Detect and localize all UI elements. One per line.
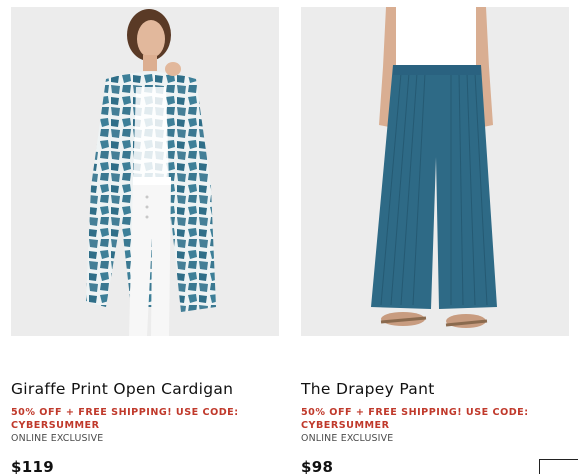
model-pant-illustration [301, 7, 569, 336]
online-exclusive-badge: ONLINE EXCLUSIVE [11, 433, 104, 444]
product-grid: Giraffe Print Open Cardigan 50% OFF + FR… [0, 0, 578, 474]
product-price: $98 [301, 458, 334, 474]
product-title[interactable]: Giraffe Print Open Cardigan [11, 380, 233, 398]
promo-text: 50% OFF + FREE SHIPPING! USE CODE: CYBER… [301, 407, 529, 431]
model-cardigan-illustration [11, 7, 279, 336]
product-image-drapey-pant[interactable] [301, 7, 569, 336]
online-exclusive-badge: ONLINE EXCLUSIVE [301, 433, 394, 444]
product-title[interactable]: The Drapey Pant [301, 380, 435, 398]
product-card[interactable]: Giraffe Print Open Cardigan 50% OFF + FR… [11, 7, 280, 474]
promo-text: 50% OFF + FREE SHIPPING! USE CODE: CYBER… [11, 407, 239, 431]
product-price: $119 [11, 458, 54, 474]
product-card[interactable]: The Drapey Pant 50% OFF + FREE SHIPPING!… [301, 7, 570, 474]
floating-widget-edge[interactable] [539, 459, 578, 474]
product-image-giraffe-cardigan[interactable] [11, 7, 279, 336]
